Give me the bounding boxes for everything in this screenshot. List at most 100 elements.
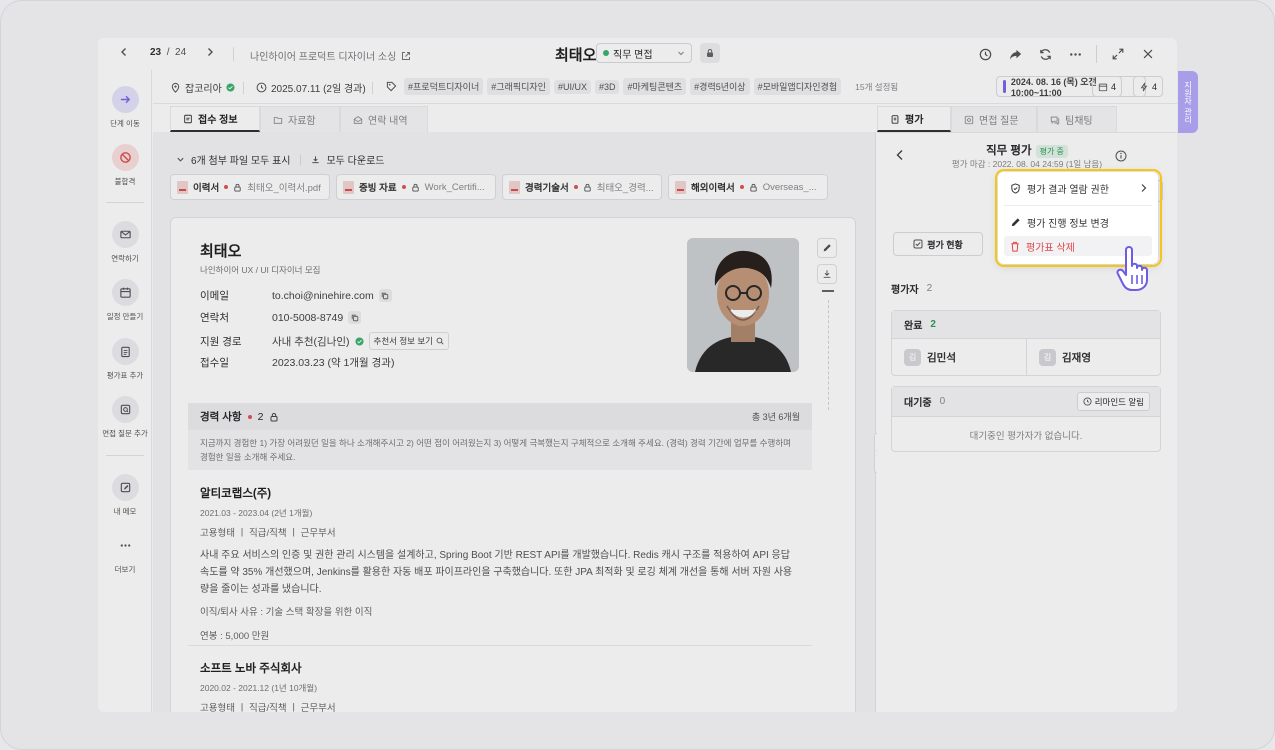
sidebar-item-more[interactable]: 더보기 xyxy=(98,532,152,575)
tag: #경력5년이상 xyxy=(690,78,750,95)
copy-icon[interactable] xyxy=(378,289,392,302)
tab-label: 평가 xyxy=(905,115,924,126)
question-icon xyxy=(964,115,974,125)
applicant-manage-tab[interactable]: 지원자 관리 xyxy=(1178,71,1198,133)
lock-icon xyxy=(705,48,715,58)
completed-label: 완료 xyxy=(904,321,923,332)
tag-list[interactable]: #프로덕트디자이너 #그래픽디자인 #UI/UX #3D #마케팅콘텐츠 #경력… xyxy=(386,78,975,95)
field-label: 접수일 xyxy=(200,357,229,369)
tab-interview-questions[interactable]: 면접 질문 xyxy=(951,106,1037,132)
section-nav-handle[interactable] xyxy=(822,290,834,292)
history-icon[interactable] xyxy=(976,45,994,63)
calendar-icon xyxy=(1098,82,1108,92)
more-icon xyxy=(112,532,139,559)
career-period: 2020.02 - 2021.12 (1년 10개월) xyxy=(200,683,318,693)
evaluators-heading: 평가자 2 xyxy=(891,281,932,296)
file-chip-career[interactable]: 경력기술서 최태오_경력... xyxy=(502,174,662,200)
required-dot xyxy=(401,185,406,189)
file-type-label: 증빙 자료 xyxy=(359,183,397,194)
refresh-icon[interactable] xyxy=(1036,45,1054,63)
lock-icon xyxy=(749,183,758,192)
calendar-count-label: 4 xyxy=(1111,81,1117,92)
files-toolbar: 6개 첨부 파일 모두 표시 모두 다운로드 xyxy=(176,152,384,167)
flash-count[interactable]: 4 xyxy=(1133,76,1164,97)
pencil-icon xyxy=(822,243,832,253)
required-dot xyxy=(739,185,744,189)
share-icon[interactable] xyxy=(1006,45,1024,63)
download-profile-button[interactable] xyxy=(817,264,837,284)
question-icon xyxy=(111,396,139,423)
chevron-down-icon xyxy=(677,49,685,57)
evaluator-item[interactable]: 김 김재영 xyxy=(1027,339,1162,375)
sidebar-item-move-stage[interactable]: 단계 이동 xyxy=(98,86,152,129)
tab-contact-history[interactable]: 연락 내역 xyxy=(340,106,428,132)
tag: #모바일앱디자인경험 xyxy=(753,78,842,95)
salary: 연봉 : 5,000 만원 xyxy=(200,631,270,642)
download-icon xyxy=(822,269,832,279)
sidebar-item-label: 불합격 xyxy=(114,177,136,186)
file-chip-overseas[interactable]: 해외이력서 Overseas_... xyxy=(668,174,828,200)
file-name: Work_Certifi... xyxy=(424,181,485,193)
tab-files[interactable]: 자료함 xyxy=(260,106,340,132)
source-field: 잡코리아 xyxy=(170,80,235,95)
file-type-label: 경력기술서 xyxy=(525,183,569,194)
sidebar-item-reject[interactable]: 불합격 xyxy=(98,144,152,187)
evaluator-name: 김민석 xyxy=(927,351,956,364)
tab-team-chat[interactable]: 팀채팅 xyxy=(1037,106,1117,132)
divider xyxy=(188,645,812,646)
divider xyxy=(106,455,144,456)
interview-schedule[interactable]: 2024. 08. 16 (목) 오전 10:00~11:00 xyxy=(996,76,1146,98)
edit-icon xyxy=(111,474,139,501)
chevron-right-icon[interactable] xyxy=(204,46,216,58)
tab-application-info[interactable]: 접수 정보 xyxy=(170,106,260,132)
file-chip-resume[interactable]: 이력서 최태오_이력서.pdf xyxy=(170,174,330,200)
expand-icon[interactable] xyxy=(1109,45,1127,63)
sidebar-item-contact[interactable]: 연락하기 xyxy=(98,221,152,264)
company-name: 알티코랩스(주) xyxy=(200,488,272,500)
sidebar-item-memo[interactable]: 내 메모 xyxy=(98,474,152,517)
evaluation-name: 직무 평가 xyxy=(986,145,1032,157)
sidebar-item-schedule[interactable]: 일정 만들기 xyxy=(98,279,152,322)
action-sidebar: 단계 이동 불합격 연락하기 일정 만들기 평가표 추가 면접 질문 추가 내 … xyxy=(98,70,152,712)
referral-label: 추천서 정보 보기 xyxy=(373,336,433,346)
stage-select[interactable]: 직무 면접 xyxy=(596,43,692,63)
career-total: 총 3년 6개월 xyxy=(751,412,800,422)
title-bar: 23 / 24 나인하이어 프로덕트 디자이너 소싱 최태오 직무 면접 xyxy=(98,38,1177,70)
show-all-files-toggle[interactable]: 6개 첨부 파일 모두 표시 xyxy=(191,152,290,167)
candidate-photo xyxy=(687,238,799,372)
info-icon[interactable] xyxy=(1115,150,1127,162)
copy-icon[interactable] xyxy=(348,311,362,324)
evaluators-count: 2 xyxy=(926,283,933,294)
tab-label: 접수 정보 xyxy=(198,115,238,126)
remind-button[interactable]: 리마인드 알림 xyxy=(1076,392,1150,411)
hand-pointer-icon xyxy=(1116,244,1162,292)
file-name: 최태오_경력... xyxy=(596,183,654,194)
phone-value: 010-5008-8749 xyxy=(272,311,344,324)
lock-button[interactable] xyxy=(700,43,720,63)
chevron-down-icon[interactable] xyxy=(176,155,185,164)
remind-label: 리마인드 알림 xyxy=(1094,396,1144,407)
sidebar-item-label: 더보기 xyxy=(114,565,136,574)
evaluation-status-label: 평가 현황 xyxy=(927,239,963,250)
file-type-label: 해외이력서 xyxy=(691,183,735,194)
applied-date: 2025.07.11 (2일 경과) xyxy=(256,80,366,95)
more-horizontal-icon[interactable] xyxy=(1066,45,1084,63)
sidebar-item-add-question[interactable]: 면접 질문 추가 xyxy=(98,396,152,439)
external-link-icon xyxy=(401,51,411,61)
edit-profile-button[interactable] xyxy=(817,238,837,258)
close-icon[interactable] xyxy=(1139,45,1157,63)
referral-info-button[interactable]: 추천서 정보 보기 xyxy=(368,332,449,350)
evaluation-status-button[interactable]: 평가 현황 xyxy=(893,232,983,256)
sidebar-item-add-scorecard[interactable]: 평가표 추가 xyxy=(98,338,152,381)
pdf-icon xyxy=(343,180,354,194)
evaluator-item[interactable]: 김 김민석 xyxy=(892,339,1027,375)
file-chip-evidence[interactable]: 증빙 자료 Work_Certifi... xyxy=(336,174,496,200)
calendar-count[interactable]: 4 xyxy=(1092,76,1123,97)
file-name: Overseas_... xyxy=(762,181,817,193)
download-all-button[interactable]: 모두 다운로드 xyxy=(326,152,384,167)
job-posting-link[interactable]: 나인하이어 프로덕트 디자이너 소싱 xyxy=(250,48,411,63)
source-label: 잡코리아 xyxy=(185,84,222,95)
chevron-left-icon[interactable] xyxy=(118,46,130,58)
completed-count: 2 xyxy=(930,319,936,330)
tab-evaluation[interactable]: 평가 xyxy=(877,106,951,132)
